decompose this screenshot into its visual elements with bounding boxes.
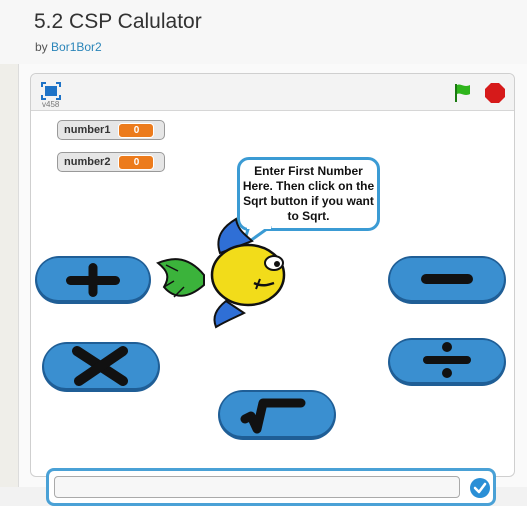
monitor-number2: number2 0	[57, 152, 165, 172]
monitor-label: number1	[64, 124, 111, 136]
fish-sprite[interactable]	[156, 213, 296, 333]
sqrt-button[interactable]	[217, 389, 337, 441]
stage[interactable]: number1 0 number2 0 Enter First Number H…	[31, 111, 514, 506]
page-left-gutter	[0, 64, 18, 487]
monitor-value: 0	[118, 122, 155, 138]
author-link[interactable]: Bor1Bor2	[51, 40, 102, 54]
project-player: v458 number1 0 number2 0 Enter First Num…	[30, 73, 515, 506]
monitor-number1: number1 0	[57, 120, 165, 140]
stop-icon[interactable]	[485, 83, 505, 103]
monitor-label: number2	[64, 156, 111, 168]
by-label: by	[35, 40, 48, 54]
add-button[interactable]	[34, 255, 152, 305]
divide-button[interactable]	[387, 337, 507, 387]
subtract-button[interactable]	[387, 255, 507, 305]
monitor-value: 0	[118, 154, 155, 170]
check-icon[interactable]	[469, 477, 491, 499]
answer-input[interactable]	[54, 476, 460, 498]
green-flag-icon[interactable]	[454, 83, 472, 103]
multiply-button[interactable]	[41, 341, 161, 393]
minus-icon	[421, 274, 473, 284]
project-header: 5.2 CSP Calulator by Bor1Bor2	[0, 0, 527, 64]
answer-box	[46, 468, 496, 506]
project-byline: by Bor1Bor2	[35, 40, 102, 54]
project-title: 5.2 CSP Calulator	[34, 10, 202, 33]
version-label: v458	[42, 100, 60, 109]
player-controls: v458	[31, 74, 514, 111]
fullscreen-icon[interactable]	[41, 82, 61, 100]
